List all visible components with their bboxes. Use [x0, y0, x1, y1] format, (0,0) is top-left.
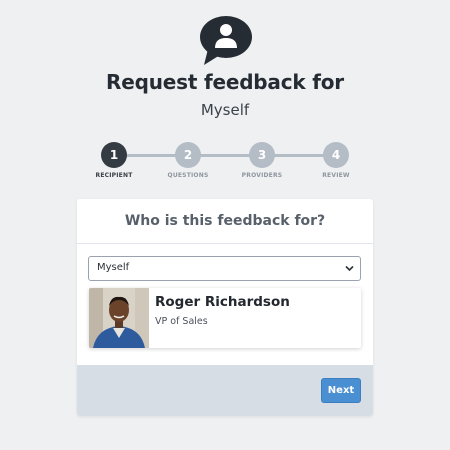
- page-title: Request feedback for: [106, 70, 344, 94]
- chevron-down-icon: [345, 265, 354, 272]
- person-name: Roger Richardson: [155, 294, 290, 310]
- step-label-review: REVIEW: [322, 172, 350, 179]
- recipient-card: Who is this feedback for? Myself Roger R…: [77, 199, 373, 416]
- feedback-user-icon: [200, 16, 252, 65]
- step-4-review[interactable]: 4: [323, 142, 349, 168]
- progress-stepper: 1 2 3 4 RECIPIENT QUESTIONS PROVIDERS RE…: [0, 142, 450, 182]
- request-feedback-page: Request feedback for Myself 1 2 3 4 RECI…: [0, 0, 450, 450]
- recipient-select-value: Myself: [97, 262, 130, 273]
- step-1-recipient[interactable]: 1: [101, 142, 127, 168]
- step-2-questions[interactable]: 2: [175, 142, 201, 168]
- next-button[interactable]: Next: [321, 378, 361, 403]
- page-subtitle: Myself: [200, 101, 250, 119]
- card-footer: Next: [77, 365, 373, 416]
- step-3-providers[interactable]: 3: [249, 142, 275, 168]
- recipient-person-card[interactable]: Roger Richardson VP of Sales: [89, 288, 361, 348]
- step-number: 2: [183, 148, 193, 162]
- avatar: [89, 288, 149, 348]
- card-title: Who is this feedback for?: [77, 199, 373, 244]
- stepper-track: [114, 154, 336, 157]
- person-role: VP of Sales: [155, 316, 208, 327]
- step-number: 3: [257, 148, 267, 162]
- step-number: 1: [109, 148, 119, 162]
- step-number: 4: [331, 148, 341, 162]
- recipient-select[interactable]: Myself: [88, 256, 361, 281]
